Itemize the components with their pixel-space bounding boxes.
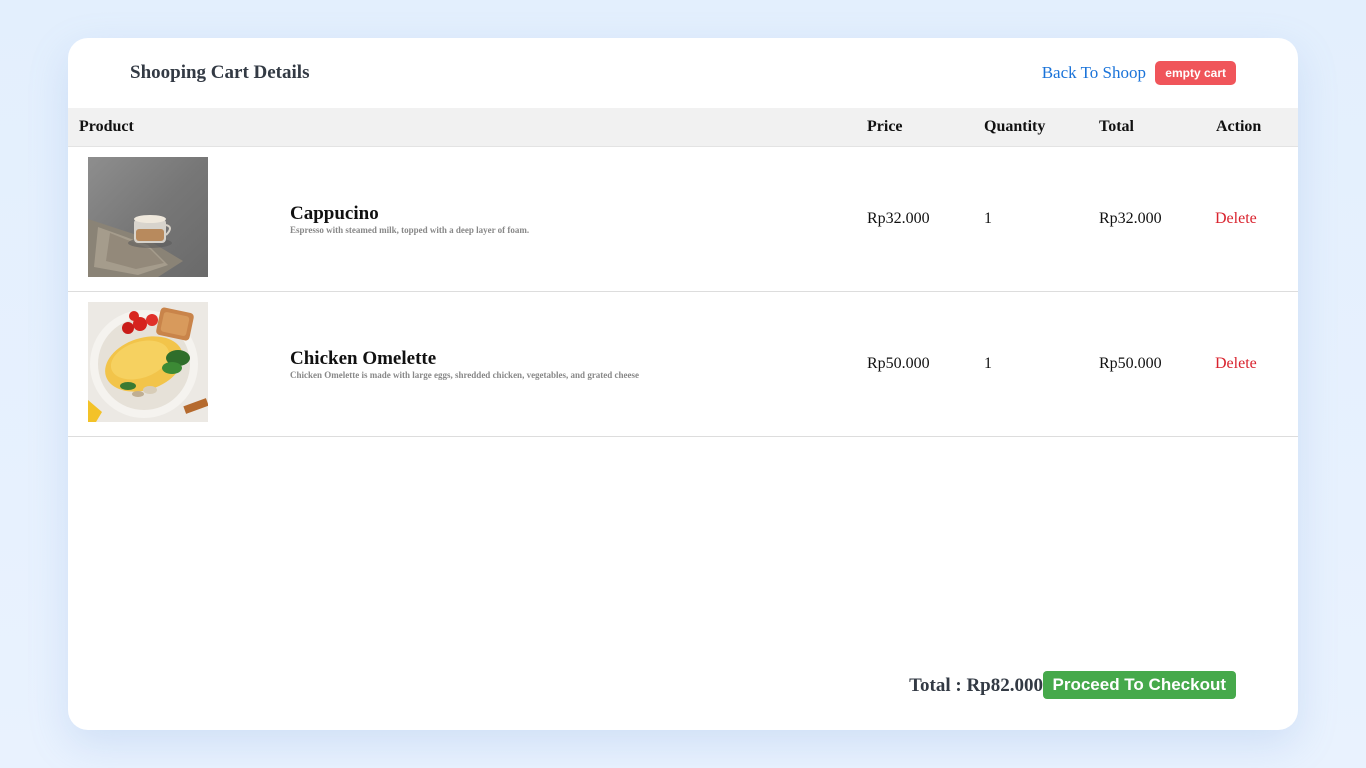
product-quantity: 1 xyxy=(984,210,992,227)
empty-cart-button[interactable]: empty cart xyxy=(1155,61,1236,85)
product-image xyxy=(88,302,208,422)
back-to-shop-link[interactable]: Back To Shoop xyxy=(1042,63,1146,83)
cart-total: Total : Rp82.000 xyxy=(909,675,1043,696)
product-total: Rp50.000 xyxy=(1099,355,1162,372)
omelette-image xyxy=(88,302,208,422)
proceed-to-checkout-button[interactable]: Proceed To Checkout xyxy=(1042,671,1236,699)
table-row: Chicken Omelette Chicken Omelette is mad… xyxy=(68,292,1298,437)
product-name: Cappucino xyxy=(290,203,379,224)
page-title: Shooping Cart Details xyxy=(130,62,310,83)
column-header-product: Product xyxy=(79,118,134,135)
delete-item-link[interactable]: Delete xyxy=(1215,355,1257,373)
cart-card: Shooping Cart Details Back To Shoop empt… xyxy=(68,38,1298,730)
column-header-total: Total xyxy=(1099,118,1134,135)
product-description: Chicken Omelette is made with large eggs… xyxy=(290,370,640,380)
product-image xyxy=(88,157,208,277)
product-price: Rp50.000 xyxy=(867,355,930,372)
cart-header: Shooping Cart Details Back To Shoop empt… xyxy=(68,38,1298,108)
product-quantity: 1 xyxy=(984,355,992,372)
column-header-action: Action xyxy=(1216,118,1262,135)
product-price: Rp32.000 xyxy=(867,210,930,227)
product-total: Rp32.000 xyxy=(1099,210,1162,227)
column-header-price: Price xyxy=(867,118,903,135)
delete-item-link[interactable]: Delete xyxy=(1215,210,1257,228)
product-name: Chicken Omelette xyxy=(290,348,437,369)
product-description: Espresso with steamed milk, topped with … xyxy=(290,225,530,235)
table-row: Cappucino Espresso with steamed milk, to… xyxy=(68,147,1298,292)
cappuccino-image xyxy=(88,157,208,277)
column-header-quantity: Quantity xyxy=(984,118,1046,135)
table-header: Product Price Quantity Total Action xyxy=(68,108,1298,147)
